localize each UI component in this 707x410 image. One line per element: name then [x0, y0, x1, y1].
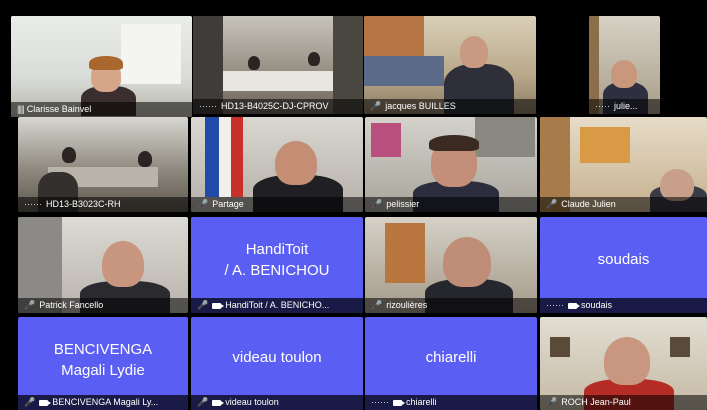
participant-tile-rizoulieres[interactable]: 🎤 rizoulières — [365, 217, 537, 313]
participant-tile-hd13-b3023c-rh[interactable]: ······ HD13-B3023C-RH — [18, 117, 188, 212]
participant-label: 🎤 pelissier — [365, 197, 537, 212]
mic-muted-icon: 🎤 — [197, 300, 209, 310]
participant-label: 🎤 BENCIVENGA Magali Ly... — [18, 395, 188, 410]
participant-tile-hd13-b4025c[interactable]: ······ HD13-B4025C-DJ-CPROV — [193, 16, 363, 114]
participant-tile-soudais[interactable]: soudais ······ soudais — [540, 217, 707, 313]
participant-label: ||||| Clarisse Bainvel — [11, 102, 192, 117]
participant-label: 🎤 Patrick Fancello — [18, 298, 188, 313]
participant-label: ······ HD13-B4025C-DJ-CPROV — [193, 99, 363, 114]
mic-muted-icon: 🎤 — [197, 199, 209, 209]
participant-tile-julie[interactable]: ····· julie... — [589, 16, 660, 114]
participant-label: 🎤 Claude Julien — [540, 197, 707, 212]
participant-label: ······ HD13-B3023C-RH — [18, 197, 188, 212]
mic-muted-icon: 🎤 — [546, 397, 558, 407]
camera-off-icon — [392, 399, 405, 406]
mic-muted-icon: 🎤 — [546, 199, 558, 209]
dots-line-icon: ····· — [595, 101, 610, 111]
dots-line-icon: ······ — [199, 101, 217, 111]
mic-muted-icon: 🎤 — [371, 300, 383, 310]
participant-tile-videau-toulon[interactable]: videau toulon 🎤 videau toulon — [191, 317, 363, 410]
participant-tile-bencivenga[interactable]: BENCIVENGA Magali Lydie 🎤 BENCIVENGA Maga… — [18, 317, 188, 410]
participant-label: 🎤 videau toulon — [191, 395, 363, 410]
participant-tile-partage[interactable]: 🎤 Partage — [191, 117, 363, 212]
participant-label: 🎤 HandiToit / A. BENICHO... — [191, 298, 363, 313]
participant-display-name: chiarelli — [425, 349, 477, 366]
dots-line-icon: ······ — [371, 397, 389, 407]
dots-line-icon: ······ — [24, 199, 42, 209]
participant-label: ····· julie... — [589, 99, 660, 114]
mic-muted-icon: 🎤 — [370, 101, 382, 111]
camera-off-icon — [39, 399, 52, 406]
audio-bars-icon: ||||| — [17, 104, 25, 114]
mic-muted-icon: 🎤 — [371, 199, 383, 209]
participant-label: 🎤 ROCH Jean-Paul — [540, 395, 707, 410]
participant-label: ······ chiarelli — [365, 395, 537, 410]
participant-tile-jacques-builles[interactable]: 🎤 jacques BUILLES — [364, 16, 536, 114]
participant-tile-clarisse-bainvel[interactable]: ||||| Clarisse Bainvel — [11, 16, 192, 117]
participant-grid: ||||| Clarisse Bainvel ······ HD13-B4025C-… — [0, 0, 707, 410]
participant-tile-chiarelli[interactable]: chiarelli ······ chiarelli — [365, 317, 537, 410]
camera-off-icon — [212, 399, 225, 406]
participant-display-name: BENCIVENGA Magali Lydie — [53, 341, 153, 379]
mic-muted-icon: 🎤 — [24, 397, 36, 407]
participant-tile-claude-julien[interactable]: 🎤 Claude Julien — [540, 117, 707, 212]
participant-label: 🎤 jacques BUILLES — [364, 99, 536, 114]
participant-tile-handitoit[interactable]: HandiToit / A. BENICHOU 🎤 HandiToit / A. … — [191, 217, 363, 313]
participant-label: ······ soudais — [540, 298, 707, 313]
participant-display-name: HandiToit / A. BENICHOU — [224, 241, 330, 279]
mic-muted-icon: 🎤 — [24, 300, 36, 310]
participant-display-name: soudais — [597, 251, 650, 268]
dots-line-icon: ······ — [546, 300, 564, 310]
participant-tile-patrick-fancello[interactable]: 🎤 Patrick Fancello — [18, 217, 188, 313]
participant-label: 🎤 Partage — [191, 197, 363, 212]
camera-off-icon — [212, 302, 225, 309]
participant-display-name: videau toulon — [232, 349, 322, 366]
mic-muted-icon: 🎤 — [197, 397, 209, 407]
participant-label: 🎤 rizoulières — [365, 298, 537, 313]
participant-tile-pelissier[interactable]: 🎤 pelissier — [365, 117, 537, 212]
participant-tile-roch-jean-paul[interactable]: 🎤 ROCH Jean-Paul — [540, 317, 707, 410]
camera-off-icon — [567, 302, 580, 309]
